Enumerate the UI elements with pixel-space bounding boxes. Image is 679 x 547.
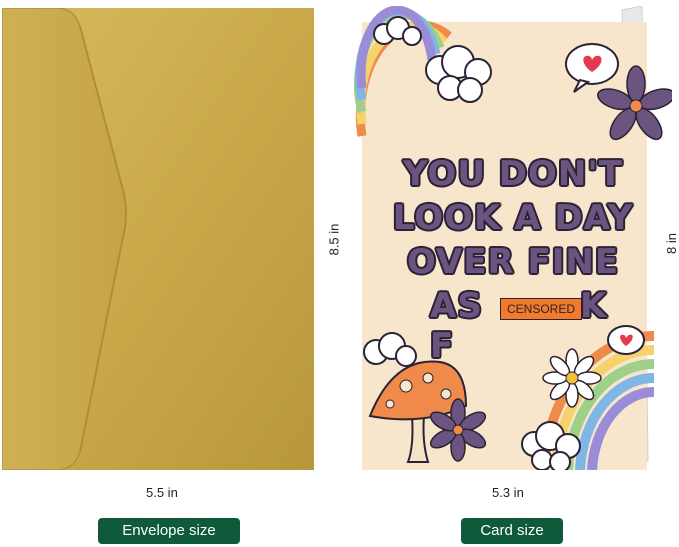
card-headline-line-3: OVER FINE — [406, 242, 620, 282]
card-headline-line-4: AS F — [430, 286, 483, 366]
card-size-label: Card size — [461, 518, 563, 544]
envelope-size-label: Envelope size — [98, 518, 240, 544]
envelope-image — [2, 8, 314, 470]
card-headline-line-2: LOOK A DAY — [392, 198, 634, 238]
censored-stamp: CENSORED — [500, 298, 582, 320]
card-height-label: 8 in — [663, 233, 679, 254]
greeting-card-image — [354, 6, 672, 470]
card-width-label: 5.3 in — [492, 485, 524, 500]
card-headline-line-1: YOU DON'T — [403, 154, 623, 194]
daisy-icon — [542, 348, 602, 408]
card-headline-ending: K — [580, 286, 608, 326]
envelope-height-label: 8.5 in — [326, 223, 342, 256]
envelope-width-label: 5.5 in — [146, 485, 178, 500]
